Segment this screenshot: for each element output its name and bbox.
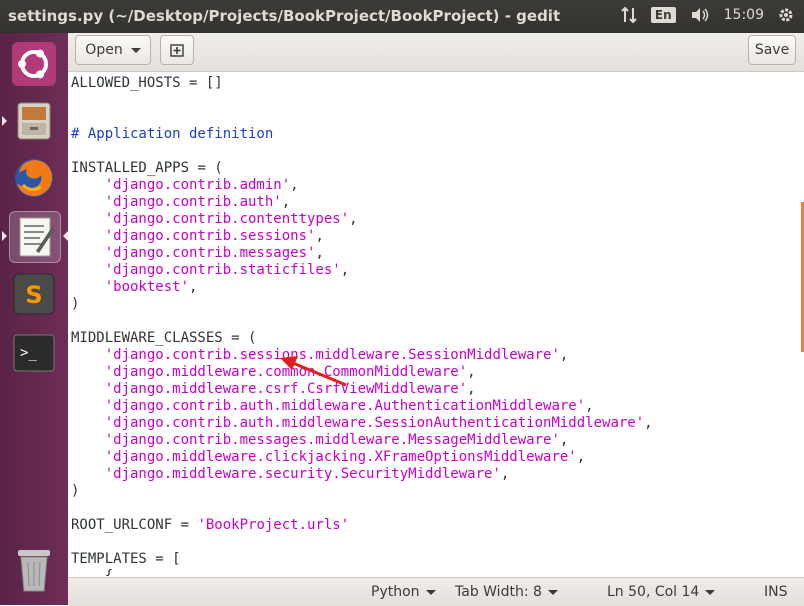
- code-line[interactable]: 'django.contrib.staticfiles',: [71, 262, 653, 279]
- network-arrows-icon[interactable]: [621, 6, 637, 24]
- cursor-position-selector[interactable]: Ln 50, Col 14: [607, 584, 716, 600]
- code-line[interactable]: 'django.contrib.contenttypes',: [71, 211, 653, 228]
- clock[interactable]: 15:09: [724, 7, 764, 23]
- launcher-files[interactable]: [9, 96, 59, 146]
- svg-text:>_: >_: [20, 345, 37, 361]
- code-line[interactable]: ALLOWED_HOSTS = []: [71, 75, 653, 92]
- code-line[interactable]: [71, 92, 653, 109]
- open-label: Open: [85, 42, 123, 58]
- svg-text:S: S: [25, 281, 42, 309]
- launcher-running-indicator: [2, 116, 7, 126]
- code-line[interactable]: 'django.contrib.auth.middleware.Authenti…: [71, 398, 653, 415]
- code-line[interactable]: # Application definition: [71, 126, 653, 143]
- chevron-down-icon: [547, 589, 558, 595]
- keyboard-layout-indicator[interactable]: En: [650, 7, 676, 23]
- code-line[interactable]: 'django.contrib.messages',: [71, 245, 653, 262]
- save-button[interactable]: Save: [748, 35, 796, 65]
- chevron-down-icon: [425, 589, 436, 595]
- code-line[interactable]: INSTALLED_APPS = (: [71, 160, 653, 177]
- code-text[interactable]: ALLOWED_HOSTS = [] # Application definiti…: [71, 75, 653, 576]
- chevron-down-icon: [705, 589, 716, 595]
- code-line[interactable]: 'django.contrib.sessions.middleware.Sess…: [71, 347, 653, 364]
- code-line[interactable]: 'django.middleware.csrf.CsrfViewMiddlewa…: [71, 381, 653, 398]
- language-selector[interactable]: Python: [371, 584, 436, 600]
- volume-icon[interactable]: [690, 7, 710, 23]
- file-cabinet-icon: [17, 102, 51, 140]
- code-line[interactable]: [71, 500, 653, 517]
- new-tab-button[interactable]: [160, 35, 194, 65]
- code-line[interactable]: ROOT_URLCONF = 'BookProject.urls': [71, 517, 653, 534]
- code-line[interactable]: 'django.contrib.auth.middleware.SessionA…: [71, 415, 653, 432]
- code-line[interactable]: MIDDLEWARE_CLASSES = (: [71, 330, 653, 347]
- cursor-position-label: Ln 50, Col 14: [607, 584, 700, 600]
- launcher-sublime-text[interactable]: S: [9, 269, 59, 319]
- language-label: Python: [371, 584, 420, 600]
- code-line[interactable]: 'django.middleware.security.SecurityMidd…: [71, 466, 653, 483]
- system-tray: En 15:09: [621, 6, 794, 24]
- code-line[interactable]: 'django.middleware.common.CommonMiddlewa…: [71, 364, 653, 381]
- code-line[interactable]: 'django.contrib.admin',: [71, 177, 653, 194]
- status-bar: Python Tab Width: 8 Ln 50, Col 14 INS: [68, 577, 804, 606]
- open-button[interactable]: Open: [75, 35, 151, 65]
- annotation-arrow-icon: [280, 356, 347, 387]
- code-line[interactable]: {: [71, 568, 653, 576]
- editor-toolbar: Open Save: [68, 33, 804, 72]
- code-line[interactable]: 'django.contrib.messages.middleware.Mess…: [71, 432, 653, 449]
- launcher-firefox[interactable]: [9, 153, 59, 203]
- code-line[interactable]: [71, 313, 653, 330]
- code-line[interactable]: 'booktest',: [71, 279, 653, 296]
- trash-icon: [18, 550, 50, 592]
- firefox-icon: [15, 159, 53, 197]
- code-line[interactable]: [71, 534, 653, 551]
- code-line[interactable]: 'django.middleware.clickjacking.XFrameOp…: [71, 449, 653, 466]
- launcher-running-indicator: [2, 231, 7, 241]
- launcher-trash[interactable]: [9, 545, 59, 595]
- unity-launcher: S >_: [0, 33, 68, 605]
- code-line[interactable]: [71, 109, 653, 126]
- sublime-text-icon: S: [13, 273, 55, 315]
- window-title: settings.py (~/Desktop/Projects/BookProj…: [8, 7, 561, 25]
- terminal-icon: >_: [13, 334, 55, 372]
- code-line[interactable]: 'django.contrib.sessions',: [71, 228, 653, 245]
- code-line[interactable]: ): [71, 296, 653, 313]
- tab-width-label: Tab Width: 8: [455, 584, 542, 600]
- top-panel: settings.py (~/Desktop/Projects/BookProj…: [0, 0, 804, 33]
- new-document-icon: [170, 44, 184, 57]
- tab-width-selector[interactable]: Tab Width: 8: [455, 584, 558, 600]
- code-line[interactable]: [71, 143, 653, 160]
- code-line[interactable]: ): [71, 483, 653, 500]
- settings-gear-icon[interactable]: [778, 7, 794, 23]
- insert-mode-indicator: INS: [764, 584, 788, 600]
- code-editor[interactable]: ALLOWED_HOSTS = [] # Application definiti…: [68, 72, 804, 576]
- code-line[interactable]: 'django.contrib.auth',: [71, 194, 653, 211]
- chevron-down-icon: [130, 47, 141, 53]
- launcher-terminal[interactable]: >_: [9, 328, 59, 378]
- code-line[interactable]: TEMPLATES = [: [71, 551, 653, 568]
- launcher-dash-home[interactable]: [9, 39, 59, 89]
- launcher-text-editor[interactable]: [9, 211, 61, 263]
- text-editor-icon: [19, 217, 55, 257]
- ubuntu-logo-icon: [12, 42, 56, 86]
